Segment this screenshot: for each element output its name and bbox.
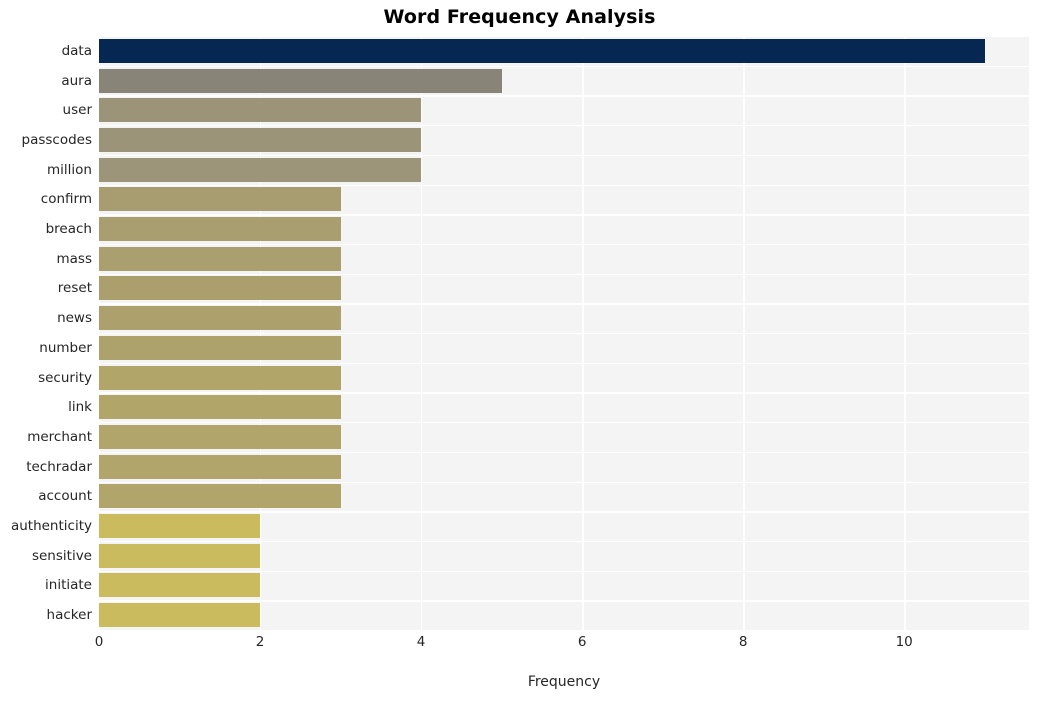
bar	[99, 98, 422, 123]
y-tick-label: aura	[61, 72, 92, 89]
chart-title: Word Frequency Analysis	[383, 6, 656, 28]
bar	[99, 454, 341, 479]
y-tick-label: techradar	[26, 458, 92, 475]
bars-layer	[99, 36, 1029, 630]
bar	[99, 395, 341, 420]
x-tick-label: 6	[577, 634, 587, 650]
y-tick-label: initiate	[45, 577, 92, 594]
chart-figure: Word Frequency Analysis data aura user pass…	[0, 0, 1039, 701]
bar	[99, 68, 502, 93]
y-tick-label: confirm	[40, 191, 92, 208]
bar	[99, 424, 341, 449]
x-axis-title: Frequency	[527, 674, 601, 690]
y-tick-label: reset	[57, 280, 92, 297]
y-tick-label: merchant	[27, 428, 92, 445]
bar	[99, 157, 422, 182]
bar	[99, 127, 422, 152]
x-axis-tick-labels: 0 2 4 6 8 10	[95, 634, 1029, 656]
plot-area	[99, 36, 1029, 632]
bar	[99, 514, 261, 539]
bar	[99, 335, 341, 360]
y-tick-label: hacker	[46, 607, 92, 624]
y-tick-label: number	[39, 339, 92, 356]
y-tick-label: passcodes	[21, 131, 93, 148]
y-tick-label: mass	[56, 250, 93, 267]
bar	[99, 306, 341, 331]
bar	[99, 246, 341, 271]
y-tick-label: data	[61, 42, 92, 59]
y-tick-label: security	[38, 369, 92, 386]
bar	[99, 187, 341, 212]
bar	[99, 365, 341, 390]
y-tick-label: million	[47, 161, 92, 178]
x-tick-label: 8	[738, 634, 748, 650]
bar	[99, 38, 985, 63]
y-tick-label: breach	[45, 221, 92, 238]
y-axis-tick-labels: data aura user passcodes million confirm breac…	[0, 36, 92, 630]
bar	[99, 484, 341, 509]
x-tick-label: 4	[416, 634, 426, 650]
x-tick-label: 0	[94, 634, 104, 650]
bar	[99, 573, 261, 598]
bar	[99, 217, 341, 242]
y-tick-label: sensitive	[31, 547, 92, 564]
y-tick-label: user	[62, 102, 92, 119]
bar	[99, 543, 261, 568]
y-tick-label: news	[57, 310, 92, 327]
y-gridline	[99, 630, 1029, 632]
y-tick-label: link	[68, 399, 92, 416]
bar	[99, 603, 261, 628]
bar	[99, 276, 341, 301]
x-tick-label: 2	[255, 634, 265, 650]
y-tick-label: account	[38, 488, 92, 505]
y-tick-label: authenticity	[10, 518, 92, 535]
x-tick-label: 10	[895, 634, 913, 650]
